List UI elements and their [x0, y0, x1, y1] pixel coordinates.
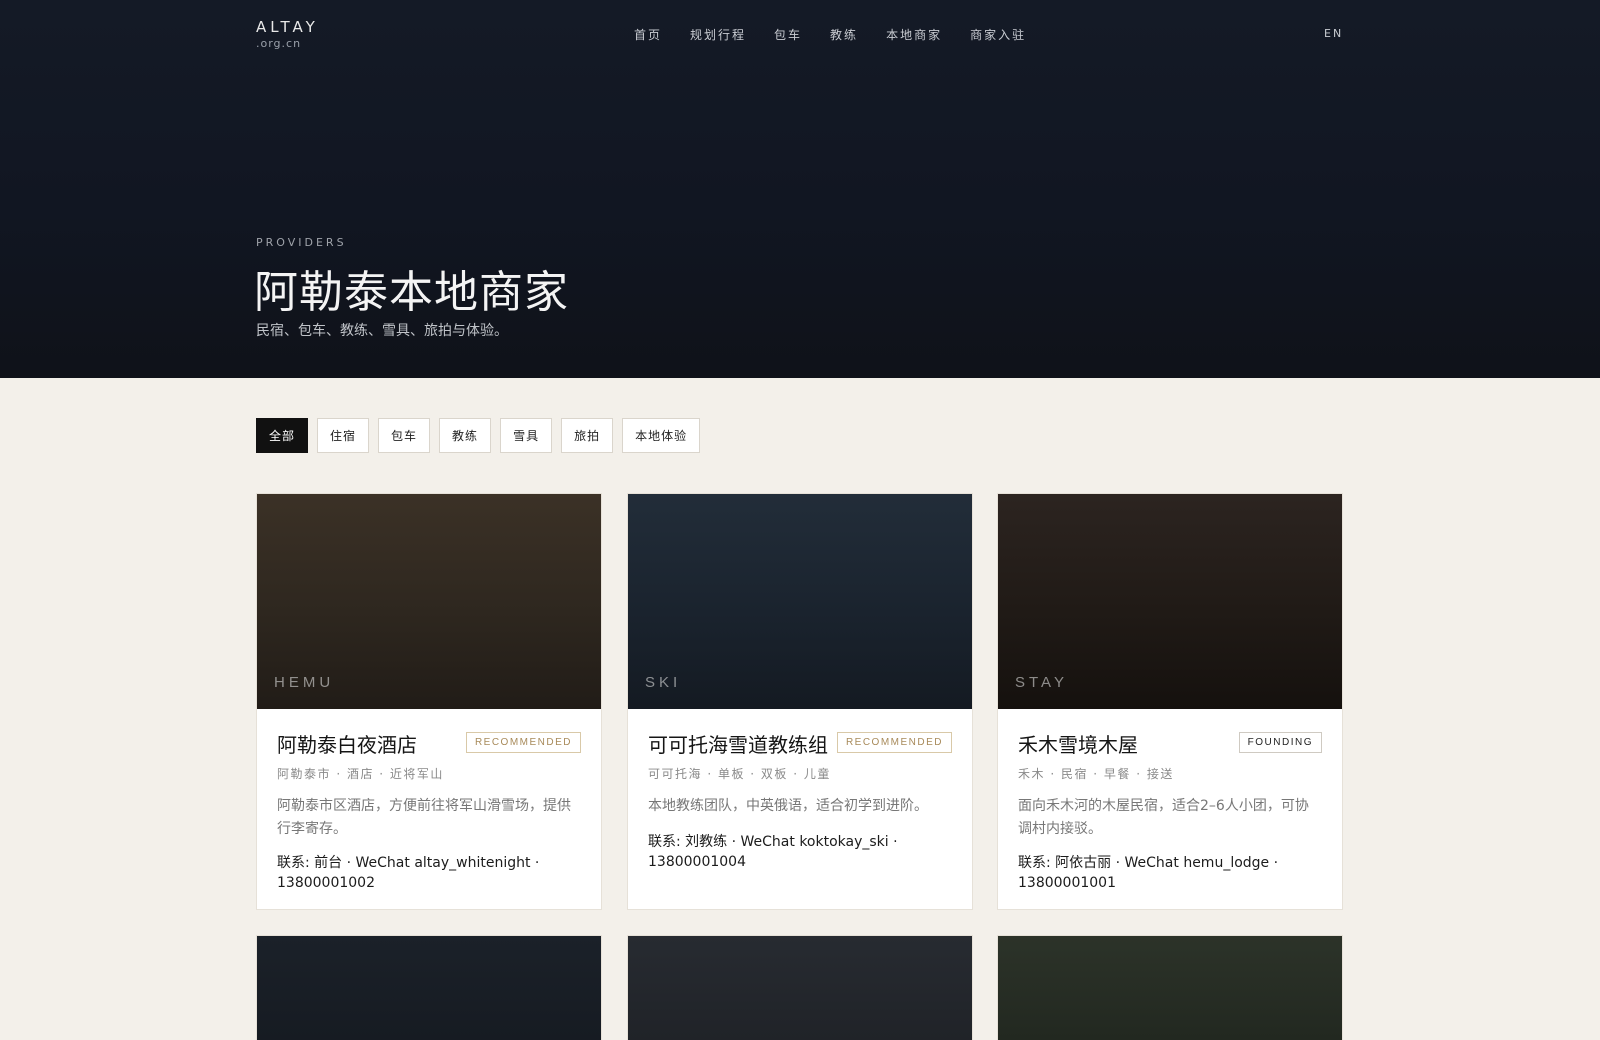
filter-all[interactable]: 全部	[256, 418, 309, 453]
filter-lodging[interactable]: 住宿	[317, 418, 370, 453]
card-body: 禾木雪境木屋 FOUNDING 禾木 · 民宿 · 早餐 · 接送 面向禾木河的…	[998, 709, 1342, 893]
filter-gear[interactable]: 雪具	[500, 418, 553, 453]
category-filters: 全部 住宿 包车 教练 雪具 旅拍 本地体验	[256, 418, 701, 453]
founding-badge: FOUNDING	[1238, 732, 1322, 753]
recommended-badge: RECOMMENDED	[465, 732, 581, 753]
card-image	[628, 936, 972, 1040]
recommended-badge: RECOMMENDED	[836, 732, 952, 753]
card-description: 本地教练团队，中英俄语，适合初学到进阶。	[648, 798, 928, 814]
filter-local-experience[interactable]: 本地体验	[622, 418, 701, 453]
brand-name: ALTAY	[256, 18, 319, 36]
card-image-label: SKI	[645, 674, 682, 691]
hero-section: ALTAY .org.cn 首页 规划行程 包车 教练 本地商家 商家入驻 EN…	[0, 0, 1600, 378]
page-title: 阿勒泰本地商家	[254, 267, 569, 318]
card-image: SKI	[628, 494, 972, 709]
brand-domain: .org.cn	[256, 37, 302, 50]
card-meta: 禾木 · 民宿 · 早餐 · 接送	[1018, 767, 1174, 781]
card-image: STAY	[998, 494, 1342, 709]
card-description: 阿勒泰市区酒店，方便前往将军山滑雪场，提供行李寄存。	[277, 798, 571, 837]
merchant-card[interactable]	[627, 935, 973, 1040]
language-switch[interactable]: EN	[1324, 27, 1343, 40]
card-contact: 联系: 阿依古丽 · WeChat hemu_lodge · 138000010…	[1018, 855, 1279, 891]
section-eyebrow: PROVIDERS	[256, 236, 347, 249]
main-nav: 首页 规划行程 包车 教练 本地商家 商家入驻	[634, 26, 1026, 43]
nav-item-home[interactable]: 首页	[634, 26, 662, 43]
card-body: 可可托海雪道教练组 RECOMMENDED 可可托海 · 单板 · 双板 · 儿…	[628, 709, 972, 872]
nav-item-charter[interactable]: 包车	[774, 26, 802, 43]
page-subtitle: 民宿、包车、教练、雪具、旅拍与体验。	[256, 323, 508, 339]
card-meta: 阿勒泰市 · 酒店 · 近将军山	[277, 767, 444, 781]
card-image-label: HEMU	[274, 674, 335, 691]
card-image: HEMU	[257, 494, 601, 709]
filter-photo[interactable]: 旅拍	[561, 418, 614, 453]
nav-item-merchant-join[interactable]: 商家入驻	[970, 26, 1026, 43]
merchant-card[interactable]: SKI 可可托海雪道教练组 RECOMMENDED 可可托海 · 单板 · 双板…	[627, 493, 973, 910]
nav-item-local-merchants[interactable]: 本地商家	[886, 26, 942, 43]
filter-charter[interactable]: 包车	[378, 418, 431, 453]
merchant-card[interactable]: STAY 禾木雪境木屋 FOUNDING 禾木 · 民宿 · 早餐 · 接送 面…	[997, 493, 1343, 910]
card-description: 面向禾木河的木屋民宿，适合2–6人小团，可协调村内接驳。	[1018, 798, 1309, 837]
card-contact: 联系: 前台 · WeChat altay_whitenight · 13800…	[277, 855, 540, 891]
card-contact: 联系: 刘教练 · WeChat koktokay_ski · 13800001…	[648, 834, 898, 870]
merchant-card[interactable]	[997, 935, 1343, 1040]
merchant-card[interactable]	[256, 935, 602, 1040]
card-image-label: STAY	[1015, 674, 1068, 691]
brand-logo[interactable]: ALTAY .org.cn	[256, 18, 319, 50]
filter-coach[interactable]: 教练	[439, 418, 492, 453]
card-image	[257, 936, 601, 1040]
nav-item-coach[interactable]: 教练	[830, 26, 858, 43]
nav-item-plan-trip[interactable]: 规划行程	[690, 26, 746, 43]
card-meta: 可可托海 · 单板 · 双板 · 儿童	[648, 767, 831, 781]
card-image	[998, 936, 1342, 1040]
merchant-card[interactable]: HEMU 阿勒泰白夜酒店 RECOMMENDED 阿勒泰市 · 酒店 · 近将军…	[256, 493, 602, 910]
card-body: 阿勒泰白夜酒店 RECOMMENDED 阿勒泰市 · 酒店 · 近将军山 阿勒泰…	[257, 709, 601, 893]
